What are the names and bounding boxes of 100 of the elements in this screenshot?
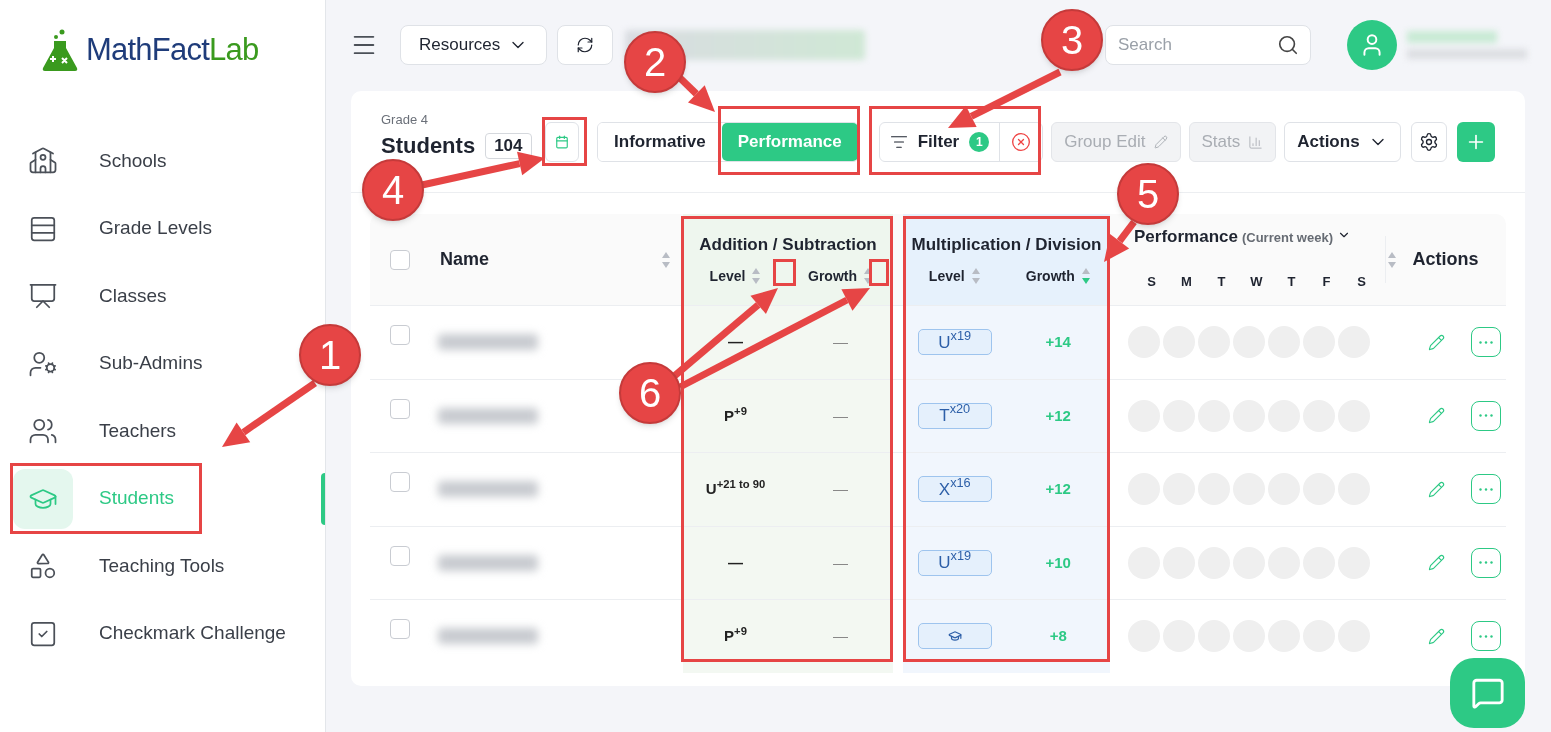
sort-icon[interactable] [970, 267, 981, 286]
checkbox[interactable] [390, 249, 410, 270]
column-header: Level [709, 266, 746, 286]
highlight-frame [542, 117, 587, 166]
column-header: Growth [808, 266, 857, 286]
refresh-icon [576, 35, 595, 54]
level-badge: X$^{x16}$ [917, 476, 992, 503]
sidebar-item[interactable]: Classes [13, 264, 295, 328]
checkbox[interactable] [390, 545, 410, 566]
table-cell-text: — [832, 405, 849, 426]
weekday-label: F [1321, 272, 1332, 291]
search-field[interactable]: Search [1105, 24, 1311, 65]
more-button[interactable] [1471, 547, 1501, 578]
sort-icon[interactable] [1080, 267, 1091, 286]
chat-icon [1470, 676, 1505, 710]
weekday-label: S [1356, 272, 1367, 291]
more-button[interactable] [1471, 621, 1501, 652]
sidebar-item[interactable]: Teaching Tools [13, 534, 295, 598]
edit-icon[interactable] [1428, 554, 1445, 572]
refresh-button[interactable] [557, 24, 614, 65]
growth-value: +12 [1044, 479, 1072, 499]
checkbox[interactable] [390, 325, 410, 346]
settings-button[interactable] [1410, 122, 1447, 162]
ellipsis-icon [1479, 487, 1493, 491]
weekday-label: T [1286, 272, 1297, 291]
calendar-icon [554, 135, 569, 149]
graduation-cap-icon [947, 629, 962, 644]
level-badge: U$^{x19}$ [917, 329, 992, 356]
sidebar-item[interactable]: Checkmark Challenge [13, 601, 295, 666]
checkbox[interactable] [390, 619, 410, 640]
edit-icon[interactable] [1428, 407, 1445, 425]
column-header: Name [440, 248, 490, 271]
sidebar-item[interactable]: Grade Levels [13, 196, 295, 261]
growth-value: +12 [1044, 405, 1072, 426]
weekday-label: W [1249, 272, 1264, 291]
callout-number: 3 [1041, 9, 1103, 71]
grade-label: Grade 4 [381, 110, 429, 129]
arrow [1104, 219, 1137, 262]
clear-icon [1011, 132, 1032, 152]
table-cell-text: — [832, 626, 849, 646]
add-button[interactable] [1457, 122, 1495, 162]
table-cell-text: U$^{+21 to 90}$ [704, 478, 767, 499]
column-group-header: Addition / Subtraction [699, 234, 877, 257]
more-button[interactable] [1471, 400, 1501, 431]
sort-icon[interactable] [1387, 250, 1397, 269]
checkbox[interactable] [390, 398, 410, 419]
bar-chart-icon [1248, 134, 1264, 150]
flask-logo-icon [40, 28, 80, 72]
growth-value: +8 [1048, 626, 1068, 646]
app-logo: MathFactLab [86, 30, 259, 69]
page-title: Students [381, 132, 476, 160]
ellipsis-icon [1479, 340, 1493, 344]
sort-icon[interactable] [661, 250, 671, 269]
column-header: Level [928, 266, 965, 286]
nav-icon [28, 281, 58, 311]
nav-icon [28, 146, 58, 176]
filter-count-badge: 1 [969, 132, 990, 152]
table-cell-text: — [832, 552, 849, 573]
column-header: Growth [1025, 266, 1075, 286]
calendar-button[interactable] [544, 122, 580, 162]
settings-icon [1418, 132, 1439, 152]
weekday-label: M [1180, 272, 1193, 291]
ellipsis-icon [1479, 634, 1493, 638]
sidebar-item[interactable]: Schools [13, 129, 295, 193]
more-button[interactable] [1471, 474, 1501, 505]
column-group-header: Multiplication / Division [911, 234, 1102, 257]
table-cell-text: — [832, 479, 849, 499]
weekday-label: S [1146, 272, 1157, 291]
checkbox[interactable] [390, 472, 410, 493]
filter-icon [889, 133, 908, 151]
level-badge: U$^{x19}$ [917, 549, 992, 576]
more-button[interactable] [1471, 327, 1501, 358]
edit-icon[interactable] [1428, 627, 1445, 645]
growth-value: +14 [1044, 332, 1072, 352]
chat-button[interactable] [1450, 658, 1525, 728]
table-cell-text: — [727, 332, 744, 352]
period-label: (Current week) [1241, 229, 1333, 247]
nav-icon [28, 416, 58, 446]
actions-dropdown[interactable]: Actions [1284, 122, 1401, 162]
table-cell-text: P$^{+9}$ [723, 625, 748, 646]
pencil-icon [1153, 135, 1168, 149]
avatar[interactable] [1347, 19, 1397, 70]
growth-value: +10 [1044, 552, 1072, 573]
arrow [677, 75, 715, 112]
table-cell-text: — [727, 552, 744, 573]
edit-icon[interactable] [1428, 480, 1445, 498]
sidebar-item[interactable]: Teachers [13, 399, 295, 463]
search-icon[interactable] [1277, 33, 1299, 56]
level-badge: T$^{x20}$ [917, 402, 992, 429]
table-cell-text: P$^{+9}$ [723, 404, 748, 426]
column-header: Actions [1412, 248, 1479, 271]
column-header: Performance [1134, 226, 1238, 248]
resources-dropdown[interactable]: Resources [400, 24, 548, 65]
edit-icon[interactable] [1428, 333, 1445, 351]
ellipsis-icon [1479, 414, 1493, 418]
sort-icon[interactable] [751, 267, 762, 286]
weekday-label: T [1216, 272, 1227, 291]
nav-icon [28, 551, 58, 581]
sidebar-item[interactable]: Sub-Admins [13, 331, 295, 396]
active-indicator [321, 472, 325, 525]
